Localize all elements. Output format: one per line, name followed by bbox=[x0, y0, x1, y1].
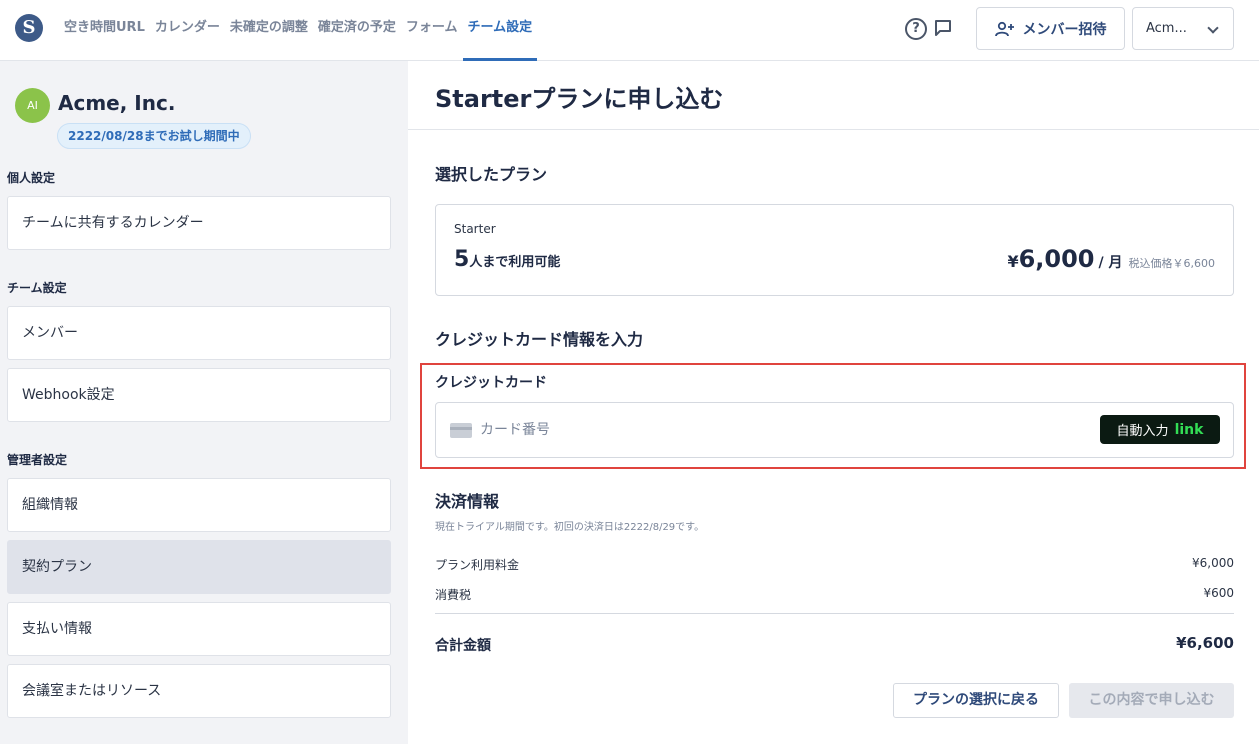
card-section-title: クレジットカード情報を入力 bbox=[435, 330, 644, 349]
trial-badge: 2222/08/28までお試し期間中 bbox=[57, 123, 251, 149]
invite-member-label: メンバー招待 bbox=[1022, 21, 1107, 38]
card-number-input[interactable] bbox=[480, 417, 980, 443]
plan-fee-value: ¥6,000 bbox=[1192, 556, 1234, 570]
top-header: S 空き時間URL カレンダー 未確定の調整 確定済の予定 フォーム チーム設定… bbox=[0, 0, 1259, 61]
plan-price: ¥6,000/ 月税込価格￥6,600 bbox=[1007, 245, 1215, 273]
sidebar-item-members[interactable]: メンバー bbox=[7, 306, 391, 360]
page-title-bar: Starterプランに申し込む bbox=[408, 61, 1259, 130]
nav-confirmed[interactable]: 確定済の予定 bbox=[313, 0, 401, 61]
org-selector-value: Acm... bbox=[1146, 21, 1187, 36]
sidebar-item-rooms-resources[interactable]: 会議室またはリソース bbox=[7, 664, 391, 718]
submit-button[interactable]: この内容で申し込む bbox=[1069, 683, 1234, 718]
main-content: Starterプランに申し込む 選択したプラン Starter 5人まで利用可能… bbox=[408, 61, 1259, 744]
credit-card-label: クレジットカード bbox=[435, 375, 547, 391]
nav-team-settings[interactable]: チーム設定 bbox=[462, 0, 538, 61]
help-icon[interactable]: ? bbox=[905, 18, 927, 40]
price-amount: 6,000 bbox=[1018, 245, 1095, 273]
price-period: / 月 bbox=[1098, 255, 1123, 271]
price-tax-included: 税込価格￥6,600 bbox=[1128, 257, 1216, 270]
autofill-label: 自動入力 bbox=[1116, 424, 1169, 439]
page-title: Starterプランに申し込む bbox=[435, 85, 724, 113]
trial-note: 現在トライアル期間です。初回の決済日は2222/8/29です。 bbox=[435, 522, 705, 533]
app-logo[interactable]: S bbox=[15, 14, 43, 42]
chevron-down-icon bbox=[1207, 22, 1219, 34]
nav-calendar[interactable]: カレンダー bbox=[150, 0, 225, 61]
main-nav: 空き時間URL カレンダー 未確定の調整 確定済の予定 フォーム チーム設定 bbox=[59, 0, 538, 61]
payment-info-title: 決済情報 bbox=[435, 492, 500, 511]
nav-free-time-url[interactable]: 空き時間URL bbox=[59, 0, 150, 61]
nav-forms[interactable]: フォーム bbox=[401, 0, 463, 61]
sidebar-item-payment-info[interactable]: 支払い情報 bbox=[7, 602, 391, 656]
sidebar-item-webhook[interactable]: Webhook設定 bbox=[7, 368, 391, 422]
plan-card: Starter 5人まで利用可能 ¥6,000/ 月税込価格￥6,600 bbox=[435, 204, 1234, 296]
invite-member-button[interactable]: メンバー招待 bbox=[976, 7, 1125, 50]
org-avatar: AI bbox=[15, 88, 50, 123]
plan-name: Starter bbox=[454, 222, 496, 236]
section-personal-settings: 個人設定 bbox=[7, 171, 56, 185]
section-team-settings: チーム設定 bbox=[7, 281, 67, 295]
price-currency: ¥ bbox=[1007, 252, 1019, 271]
org-name: Acme, Inc. bbox=[58, 91, 176, 115]
add-user-icon bbox=[994, 21, 1014, 36]
back-to-plan-selection-button[interactable]: プランの選択に戻る bbox=[893, 683, 1059, 718]
chat-icon[interactable] bbox=[934, 19, 952, 37]
sidebar-item-contract-plan[interactable]: 契約プラン bbox=[7, 540, 391, 594]
total-value: ¥6,600 bbox=[1176, 634, 1234, 652]
link-logo: link bbox=[1174, 421, 1204, 438]
link-autofill-button[interactable]: 自動入力 link bbox=[1100, 415, 1220, 444]
tax-value: ¥600 bbox=[1203, 586, 1234, 600]
org-selector[interactable]: Acm... bbox=[1132, 7, 1234, 50]
sidebar-item-shared-calendar[interactable]: チームに共有するカレンダー bbox=[7, 196, 391, 250]
nav-pending[interactable]: 未確定の調整 bbox=[225, 0, 313, 61]
plan-capacity-number: 5 bbox=[454, 247, 470, 272]
divider bbox=[435, 613, 1234, 614]
credit-card-icon bbox=[450, 423, 472, 438]
plan-fee-label: プラン利用料金 bbox=[435, 558, 520, 572]
sidebar-item-org-info[interactable]: 組織情報 bbox=[7, 478, 391, 532]
plan-capacity: 5人まで利用可能 bbox=[454, 247, 560, 272]
settings-sidebar: AI Acme, Inc. 2222/08/28までお試し期間中 個人設定 チー… bbox=[0, 61, 408, 744]
selected-plan-title: 選択したプラン bbox=[435, 165, 548, 184]
plan-capacity-text: 人まで利用可能 bbox=[469, 255, 561, 270]
tax-label: 消費税 bbox=[435, 588, 472, 602]
credit-card-field[interactable]: 自動入力 link bbox=[435, 402, 1234, 458]
total-label: 合計金額 bbox=[435, 638, 491, 654]
section-admin-settings: 管理者設定 bbox=[7, 453, 68, 467]
